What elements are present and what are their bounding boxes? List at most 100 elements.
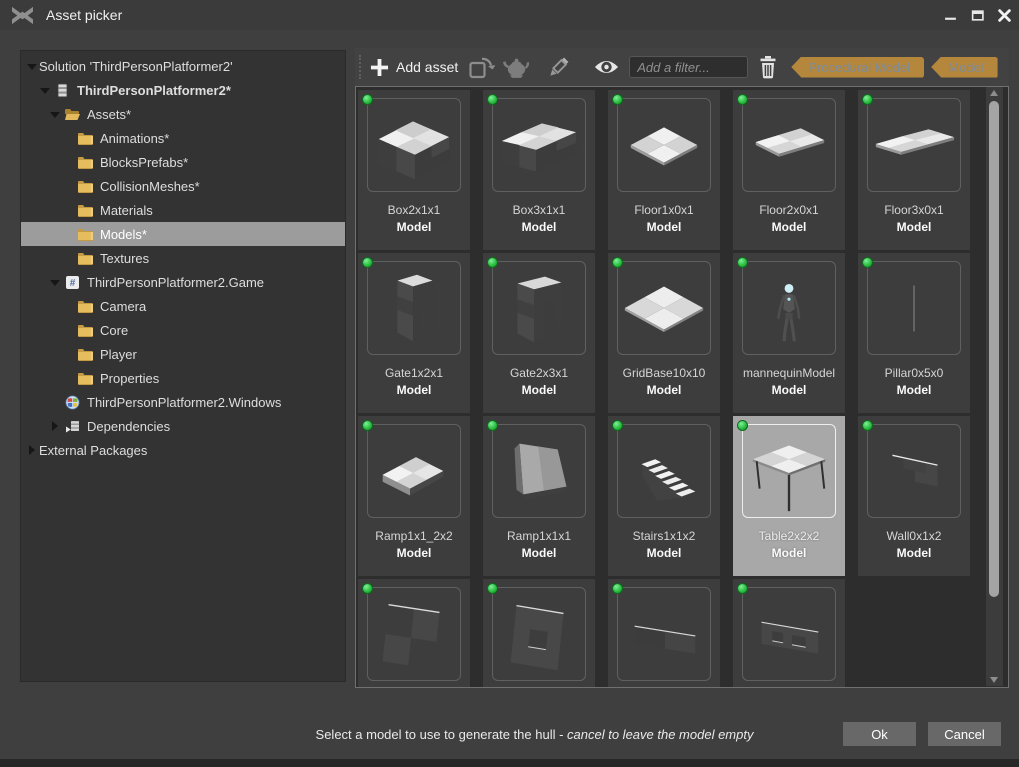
tree-item-models[interactable]: Models* (21, 222, 345, 246)
asset-thumbnail (867, 424, 961, 518)
asset-thumbnail (367, 261, 461, 355)
expander-spacer (62, 174, 75, 198)
asset-name: Floor1x0x1 (608, 203, 720, 217)
preview-toggle-button[interactable] (593, 57, 620, 77)
tree-item-animations[interactable]: Animations* (21, 126, 345, 150)
tree-item-label: Models* (100, 227, 147, 242)
expander-expanded-icon[interactable] (26, 54, 39, 78)
add-asset-button[interactable]: Add asset (370, 58, 458, 77)
asset-tile-floor1x0x1[interactable]: Floor1x0x1Model (608, 90, 720, 250)
expander-spacer (49, 390, 62, 414)
expander-expanded-icon[interactable] (49, 270, 62, 294)
toolbar-grip[interactable] (359, 55, 363, 79)
grid-scrollbar[interactable] (986, 87, 1003, 686)
expander-expanded-icon[interactable] (49, 102, 62, 126)
asset-tile-mannequinmodel[interactable]: mannequinModelModel (733, 253, 845, 413)
tree-item-thirdpersonplatformer2-game[interactable]: #ThirdPersonPlatformer2.Game (21, 270, 345, 294)
asset-name: Floor2x0x1 (733, 203, 845, 217)
tree-item-assets[interactable]: Assets* (21, 102, 345, 126)
asset-thumbnail (367, 587, 461, 681)
expander-collapsed-icon[interactable] (49, 414, 62, 438)
asset-tile-box2x1x1[interactable]: Box2x1x1Model (358, 90, 470, 250)
asset-tile-floor3x0x1[interactable]: Floor3x0x1Model (858, 90, 970, 250)
tree-item-label: Core (100, 323, 128, 338)
close-button[interactable] (996, 7, 1013, 24)
edit-asset-button[interactable] (546, 55, 571, 80)
asset-name: Ramp1x1x1 (483, 529, 595, 543)
expander-spacer (62, 150, 75, 174)
tree-item-player[interactable]: Player (21, 342, 345, 366)
asset-tile[interactable] (608, 579, 720, 688)
filter-tag-model[interactable]: Model (931, 57, 997, 78)
status-dot-icon (362, 257, 373, 268)
asset-type: Model (483, 383, 595, 397)
cancel-button[interactable]: Cancel (928, 722, 1001, 746)
asset-tile-gridbase10x10[interactable]: GridBase10x10Model (608, 253, 720, 413)
titlebar: Asset picker (0, 0, 1019, 30)
asset-type: Model (733, 220, 845, 234)
tree-item-solution-thirdpersonplatformer2[interactable]: Solution 'ThirdPersonPlatformer2' (21, 54, 345, 78)
tree-item-external-packages[interactable]: External Packages (21, 438, 345, 462)
tree-item-properties[interactable]: Properties (21, 366, 345, 390)
scrollbar-down-button[interactable] (986, 674, 1003, 686)
tree-item-label: Assets* (87, 107, 131, 122)
scrollbar-thumb[interactable] (989, 101, 999, 597)
asset-thumbnail (742, 424, 836, 518)
asset-thumbnail (492, 424, 586, 518)
asset-thumbnail (742, 261, 836, 355)
import-arrow-icon (468, 55, 495, 80)
tree-item-dependencies[interactable]: Dependencies (21, 414, 345, 438)
asset-tile-stairs1x1x2[interactable]: Stairs1x1x2Model (608, 416, 720, 576)
tree-item-blocksprefabs[interactable]: BlocksPrefabs* (21, 150, 345, 174)
asset-tile[interactable] (358, 579, 470, 688)
status-dot-icon (612, 94, 623, 105)
tree-item-thirdpersonplatformer2-windows[interactable]: ThirdPersonPlatformer2.Windows (21, 390, 345, 414)
asset-picker-window: Asset picker Solution 'ThirdPersonPlatfo… (0, 0, 1019, 767)
asset-tile-gate1x2x1[interactable]: Gate1x2x1Model (358, 253, 470, 413)
expander-collapsed-icon[interactable] (26, 438, 39, 462)
asset-tile-floor2x0x1[interactable]: Floor2x0x1 Model (733, 90, 845, 250)
asset-tile-box3x1x1[interactable]: Box3x1x1Model (483, 90, 595, 250)
minimize-button[interactable] (942, 7, 959, 24)
tree-item-collisionmeshes[interactable]: CollisionMeshes* (21, 174, 345, 198)
expander-spacer (62, 294, 75, 318)
folder-icon (77, 227, 94, 242)
scrollbar-up-button[interactable] (986, 87, 1003, 99)
tree-item-core[interactable]: Core (21, 318, 345, 342)
asset-name: mannequinModel (733, 366, 845, 380)
asset-thumbnail (617, 261, 711, 355)
import-asset-button[interactable] (468, 55, 495, 80)
tree-item-textures[interactable]: Textures (21, 246, 345, 270)
filter-input[interactable] (629, 56, 748, 78)
expander-expanded-icon[interactable] (39, 78, 52, 102)
folder-icon (77, 203, 94, 218)
status-dot-icon (612, 420, 623, 431)
asset-tile[interactable] (483, 579, 595, 688)
asset-thumbnail (742, 587, 836, 681)
asset-tile-ramp1x1x1[interactable]: Ramp1x1x1 Model (483, 416, 595, 576)
asset-thumbnail (492, 261, 586, 355)
asset-tile-ramp1x1-2x2[interactable]: Ramp1x1_2x2Model (358, 416, 470, 576)
ok-button[interactable]: Ok (843, 722, 916, 746)
asset-tile-wall0x1x2[interactable]: Wall0x1x2Model (858, 416, 970, 576)
tree-item-thirdpersonplatformer2[interactable]: ThirdPersonPlatformer2* (21, 78, 345, 102)
tree-item-label: External Packages (39, 443, 147, 458)
clear-filter-button[interactable] (758, 55, 778, 79)
asset-tile-gate2x3x1[interactable]: Gate2x3x1Model (483, 253, 595, 413)
asset-tile[interactable] (733, 579, 845, 688)
asset-type: Model (483, 546, 595, 560)
asset-tile-table2x2x2[interactable]: Table2x2x2Model (733, 416, 845, 576)
tree-item-materials[interactable]: Materials (21, 198, 345, 222)
maximize-button[interactable] (969, 7, 986, 24)
filter-tag-procedural-model[interactable]: Procedural Model (791, 57, 924, 78)
asset-tile-pillar0x5x0[interactable]: Pillar0x5x0Model (858, 253, 970, 413)
create-derived-asset-button[interactable] (502, 55, 531, 79)
asset-type: Model (358, 546, 470, 560)
asset-thumbnail (617, 587, 711, 681)
asset-name: Box2x1x1 (358, 203, 470, 217)
window-title: Asset picker (46, 7, 122, 23)
filter-tags: Procedural Model Model (791, 57, 997, 78)
csharp-icon: # (64, 275, 81, 290)
status-dot-icon (487, 94, 498, 105)
tree-item-camera[interactable]: Camera (21, 294, 345, 318)
